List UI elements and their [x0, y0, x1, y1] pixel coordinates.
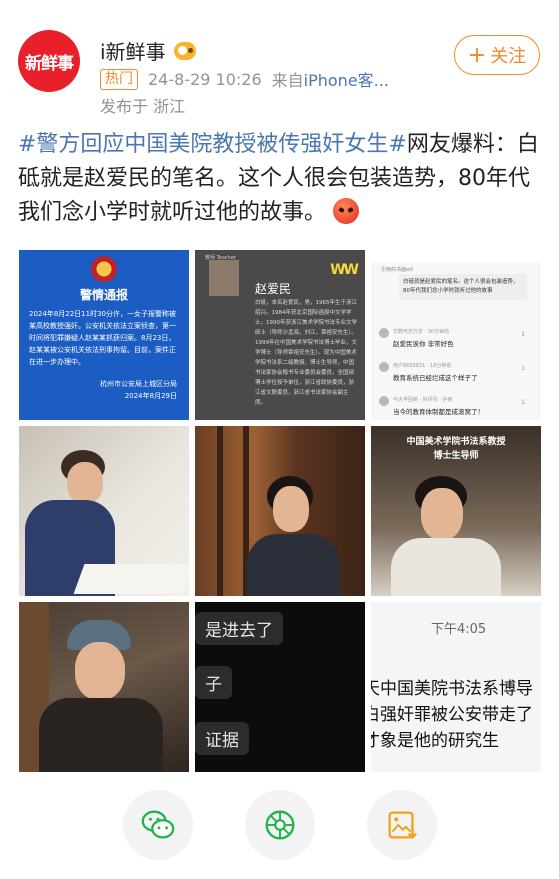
- post-location: 发布于 浙江: [100, 97, 186, 116]
- video-caption-line: 博士生导师: [433, 451, 479, 461]
- wechat-icon: [141, 810, 175, 839]
- author-avatar[interactable]: 新鲜事: [18, 30, 80, 92]
- angry-emoji-icon: [333, 198, 360, 224]
- topic-link[interactable]: #警方回应中国美院教授被传强奸女生#: [18, 132, 407, 157]
- news-line: 白强奸罪被公安带走了: [371, 705, 533, 725]
- comment-text: 赵爱民诶你 非常好色: [393, 340, 454, 348]
- comment-likes: 1: [521, 398, 526, 406]
- notice-title: 警情通报: [79, 288, 128, 302]
- person-face: [67, 462, 103, 504]
- wechat-share-button[interactable]: [123, 790, 193, 860]
- police-emblem-icon: [91, 256, 117, 282]
- save-image-icon: [388, 811, 418, 839]
- comment-likes: 1: [521, 330, 526, 338]
- image-portrait-photo[interactable]: [195, 426, 365, 596]
- follow-button[interactable]: + 关注: [454, 35, 540, 75]
- comment-text: 教育系统已经烂成这个样子了: [393, 374, 478, 382]
- image-video-still[interactable]: 中国美术学院书法系教授 博士生导师: [371, 426, 541, 596]
- hot-badge: 热门: [100, 68, 138, 90]
- person-face: [273, 486, 309, 532]
- person-body: [391, 538, 501, 596]
- reply-label: 引用的书面w0: [381, 267, 414, 273]
- calligraphy-paper: [73, 564, 189, 594]
- profile-photo: [209, 260, 239, 296]
- image-calligraphy-photo[interactable]: [19, 426, 189, 596]
- save-image-button[interactable]: [367, 790, 437, 860]
- commenter-name: 与大学回到 · 好评论 · 护房: [393, 397, 453, 403]
- source-device-link[interactable]: iPhone客...: [304, 67, 389, 91]
- post-meta: 热门 24-8-29 10:26 来自 iPhone客...: [100, 67, 389, 91]
- vip-badge-icon: [173, 41, 196, 60]
- image-profile-card[interactable]: 教师 Teacher WW 赵爱民 白砥，本名赵爱民，男，1965年生于浙江绍兴…: [195, 250, 365, 420]
- moments-icon: [265, 810, 295, 840]
- news-line: 才象是他的研究生: [371, 731, 499, 751]
- image-chat-screenshot[interactable]: 是进去了 子 证据: [195, 602, 365, 772]
- author-name[interactable]: i新鲜事: [100, 36, 166, 65]
- person-body: [39, 698, 163, 772]
- notice-issuer: 杭州市公安局上城区分局: [100, 380, 177, 388]
- image-police-notice[interactable]: 警情通报 2024年8月22日11时30分许，一女子报警称被某高校教授强奸。公安…: [19, 250, 189, 420]
- profile-logo: WW: [330, 262, 359, 278]
- profile-name: 赵爱民: [255, 282, 292, 296]
- image-news-screenshot[interactable]: 下午4:05 天中国美院书法系博导 白强奸罪被公安带走了 才象是他的研究生: [371, 602, 541, 772]
- chat-bubble: 证据: [195, 722, 249, 755]
- video-caption-line: 中国美术学院书法系教授: [406, 437, 506, 447]
- commenter-avatar: [379, 362, 389, 372]
- comment-likes: 1: [521, 364, 526, 372]
- moments-share-button[interactable]: [245, 790, 315, 860]
- profile-text: 白砥，本名赵爱民，男，1965年生于浙江绍兴。1984年获北京国际函授中文学学士…: [255, 300, 357, 406]
- chat-bubble: 是进去了: [195, 612, 283, 645]
- post-header: 新鲜事 i新鲜事 热门 24-8-29 10:26 来自 iPhone客... …: [0, 0, 559, 125]
- screenshot-time: 下午4:05: [431, 622, 487, 637]
- chat-bubble: 子: [195, 666, 232, 699]
- commenter-name: 华数可乐万岁 · 30分钟前: [393, 329, 450, 335]
- image-comments-screenshot[interactable]: 引用的书面w0 白砥就是赵爱民的笔名。这个人很会包装造势，80年代我们念小学时就…: [371, 250, 541, 420]
- plus-icon: +: [467, 42, 487, 68]
- reply-quote: 白砥就是赵爱民的笔名。这个人很会包装造势，80年代我们念小学时就听过他的故事: [399, 274, 527, 300]
- username-row: i新鲜事: [100, 36, 196, 65]
- window-frame: [217, 426, 223, 596]
- image-man-with-cap[interactable]: [19, 602, 189, 772]
- commenter-avatar: [379, 328, 389, 338]
- source-prefix: 来自: [271, 71, 304, 90]
- commenter-name: 用户6658831 · 18分钟前: [393, 363, 452, 369]
- avatar-text: 新鲜事: [25, 53, 74, 74]
- notice-date: 2024年8月29日: [124, 392, 177, 400]
- comments-topbar: [371, 250, 541, 262]
- person-body: [247, 534, 339, 596]
- news-line: 天中国美院书法系博导: [371, 679, 533, 699]
- post-text: #警方回应中国美院教授被传强奸女生#网友爆料：白砥就是赵爱民的笔名。这个人很会包…: [18, 128, 543, 230]
- commenter-avatar: [379, 396, 389, 406]
- follow-label: 关注: [490, 46, 527, 67]
- person-face: [75, 642, 125, 700]
- share-actions: [0, 790, 559, 860]
- person-face: [421, 488, 463, 540]
- notice-signature: 杭州市公安局上城区分局 2024年8月29日: [100, 378, 177, 402]
- post-timestamp: 24-8-29 10:26: [148, 69, 262, 89]
- comment-text: 当今的教育体制都是成滚窝了！: [393, 408, 484, 416]
- notice-body: 2024年8月22日11时30分许，一女子报警称被某高校教授强奸。公安机关依法立…: [29, 310, 176, 366]
